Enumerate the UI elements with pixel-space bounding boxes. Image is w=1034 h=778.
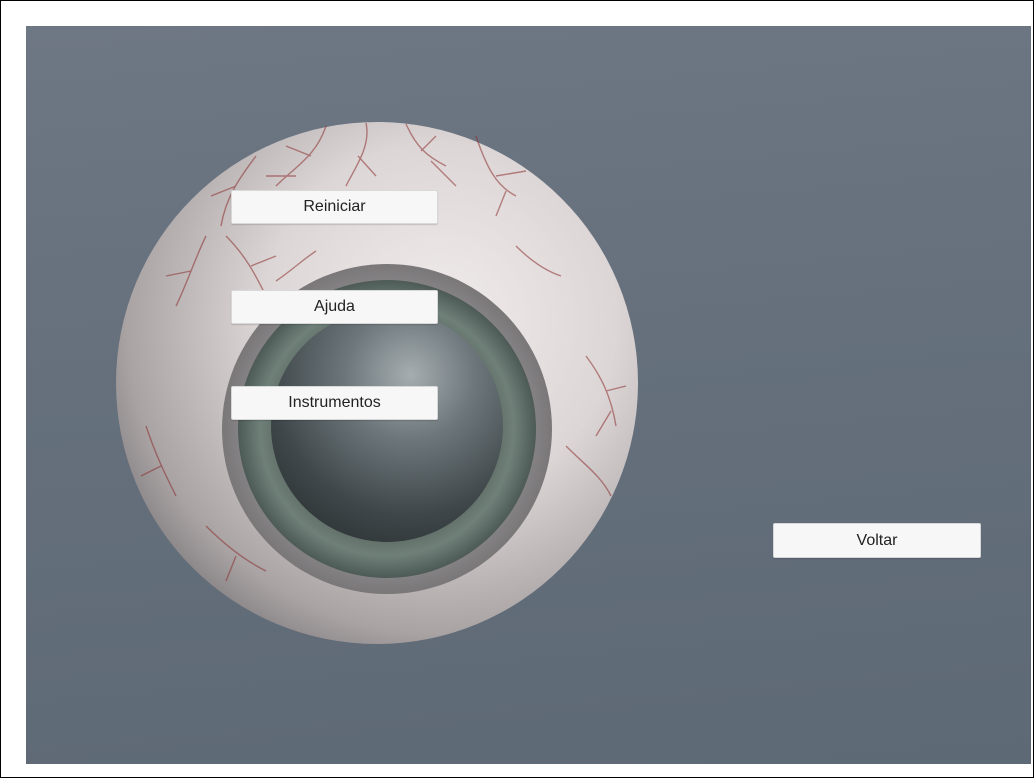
window-frame: Reiniciar Ajuda Instrumentos Voltar <box>0 0 1034 778</box>
ajuda-button[interactable]: Ajuda <box>231 290 438 324</box>
instrumentos-button[interactable]: Instrumentos <box>231 386 438 420</box>
3d-viewport[interactable]: Reiniciar Ajuda Instrumentos Voltar <box>26 26 1031 764</box>
reiniciar-button[interactable]: Reiniciar <box>231 190 438 224</box>
pupil <box>271 310 503 542</box>
eyeball-model <box>116 122 638 644</box>
voltar-button[interactable]: Voltar <box>773 523 981 558</box>
